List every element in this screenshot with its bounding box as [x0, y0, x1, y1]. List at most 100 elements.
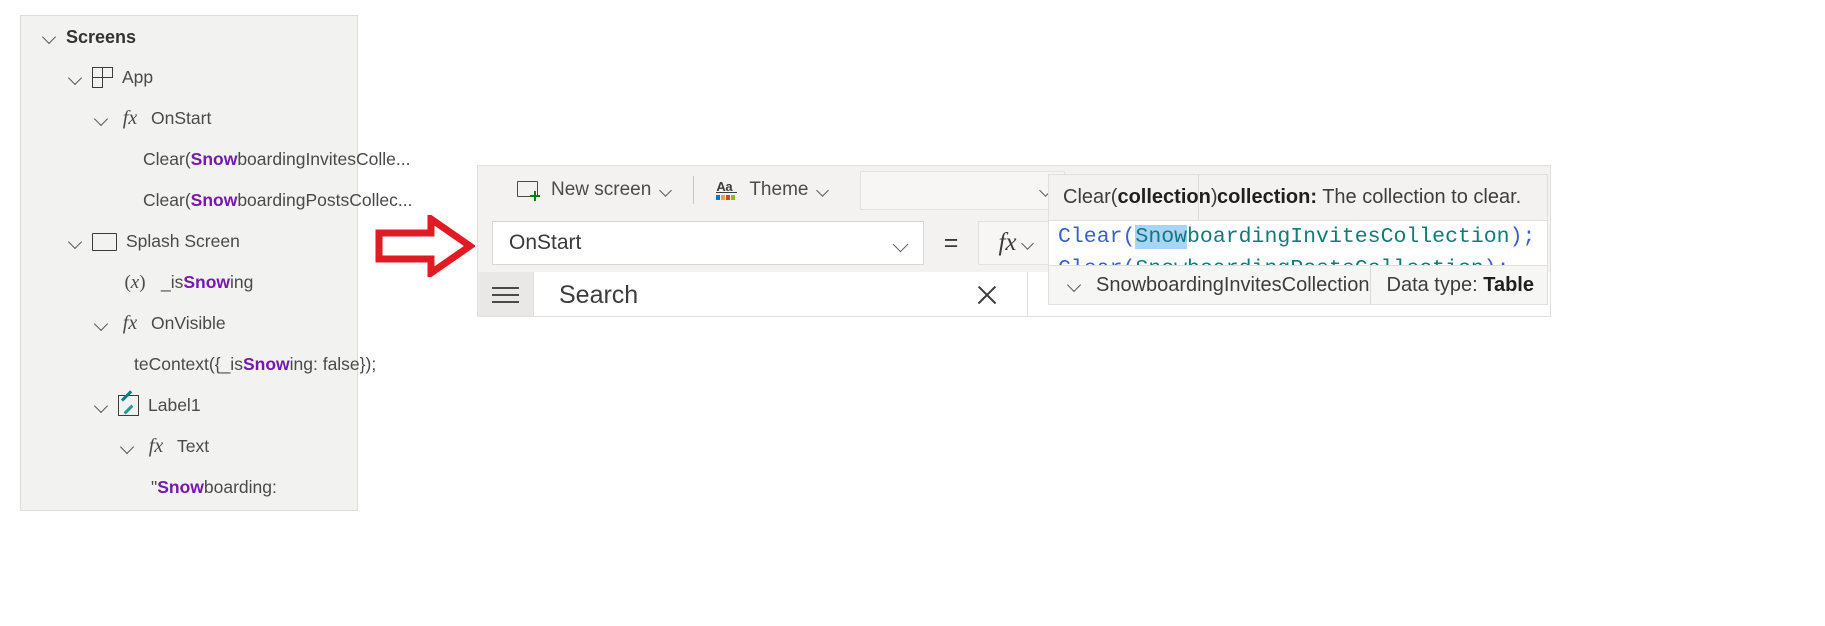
tree-item-formula-line[interactable]: Clear(SnowboardingPostsCollec...: [21, 180, 412, 221]
chevron-placeholder-icon: [93, 274, 111, 292]
theme-aa-icon: Aa: [715, 179, 739, 201]
formula-selection: Snow: [1135, 225, 1188, 249]
chevron-down-icon[interactable]: [1023, 238, 1034, 249]
tree-item-text-property[interactable]: fx Text: [21, 426, 357, 467]
tree-item-label: Splash Screen: [126, 230, 240, 251]
tree-item-label1[interactable]: Label1: [21, 385, 357, 426]
suggestion-datatype-cell: Data type: Table: [1371, 274, 1551, 297]
tree-item-label: _isSnowing: [161, 271, 254, 292]
search-input-value: Search: [559, 280, 639, 309]
tree-item-label: "Snowboarding:: [151, 476, 277, 497]
fx-label: fx: [998, 229, 1017, 256]
suggestion-name: SnowboardingInvitesCollection: [1096, 273, 1370, 296]
tree-item-label: Text: [177, 435, 210, 456]
signature-param: collection: [1117, 186, 1211, 208]
theme-button[interactable]: Aa Theme: [706, 172, 838, 208]
formula-prefix: Clear(: [143, 189, 191, 210]
tree-item-label: Clear(SnowboardingInvitesColle...: [143, 148, 411, 169]
search-match: Snow: [190, 189, 238, 210]
theme-label: Theme: [749, 179, 809, 200]
screen-icon: [92, 232, 117, 251]
variable-x-icon: (x): [124, 271, 146, 293]
formula-suffix: boardingInvitesColle...: [237, 148, 411, 169]
toolbar-divider: [693, 176, 695, 204]
var-suffix: ing: [230, 271, 254, 292]
chevron-down-icon[interactable]: [67, 69, 85, 87]
signature-prefix: Clear(: [1063, 186, 1118, 208]
formula-text[interactable]: Clear(SnowboardingInvitesCollection); Cl…: [1048, 221, 1548, 269]
app-grid-icon: [92, 67, 113, 88]
fx-icon: fx: [122, 312, 138, 334]
datatype-label: Data type:: [1386, 273, 1478, 296]
search-match: Snow: [183, 271, 231, 292]
datatype-value: Table: [1483, 273, 1534, 296]
intellisense-suggestion-row[interactable]: SnowboardingInvitesCollection Data type:…: [1048, 265, 1548, 305]
intellisense-tooltip: Clear(collection) collection: The collec…: [1048, 174, 1548, 221]
hamburger-icon: [492, 282, 519, 307]
tree-item-variable-issnowing[interactable]: (x) _isSnowing: [21, 262, 357, 303]
tree-item-label: OnVisible: [151, 312, 226, 333]
menu-toggle-button[interactable]: [478, 272, 534, 316]
chevron-down-icon[interactable]: [818, 185, 829, 196]
formula-suffix: ing: false});: [289, 353, 377, 374]
property-select-value: OnStart: [509, 231, 582, 254]
search-match: Snow: [190, 148, 238, 169]
suggestion-name-cell[interactable]: SnowboardingInvitesCollection: [1049, 266, 1371, 304]
tree-item-label: Clear(SnowboardingPostsCollec...: [143, 189, 413, 210]
var-prefix: _is: [161, 271, 184, 292]
tree-item-label: teContext({_isSnowing: false});: [134, 353, 377, 374]
description-text: The collection to clear.: [1322, 186, 1522, 208]
search-match: Snow: [242, 353, 290, 374]
screenshot-root: Screens App fx OnStart Clear(Snowboardin…: [0, 0, 1825, 626]
chevron-down-icon[interactable]: [661, 185, 672, 196]
tree-item-formula-line[interactable]: "Snowboarding:: [21, 467, 357, 508]
fx-button[interactable]: fx: [978, 221, 1054, 265]
formula-suffix: boarding:: [203, 476, 277, 497]
equals-sign: =: [943, 228, 959, 257]
description-param: collection:: [1217, 186, 1318, 208]
chevron-down-icon[interactable]: [93, 315, 111, 333]
tree-item-formula-line[interactable]: teContext({_isSnowing: false});: [21, 344, 376, 385]
close-icon[interactable]: [975, 283, 999, 307]
label-icon: [118, 395, 139, 416]
toolbar-dropdown[interactable]: [860, 170, 1066, 210]
chevron-down-icon[interactable]: [93, 397, 111, 415]
formula-prefix: teContext({_is: [134, 353, 243, 374]
formula-suffix: boardingPostsCollec...: [237, 189, 413, 210]
chevron-down-icon[interactable]: [1067, 277, 1083, 293]
red-right-arrow-icon: [375, 212, 477, 282]
tree-item-label: Label1: [148, 394, 201, 415]
tree-item-label: Screens: [66, 26, 137, 47]
fx-icon: fx: [122, 107, 138, 129]
chevron-down-icon[interactable]: [895, 238, 909, 252]
tree-item-label: OnStart: [151, 107, 212, 128]
search-match: Snow: [157, 476, 204, 497]
search-input[interactable]: Search: [534, 272, 1027, 316]
formula-line: Clear(SnowboardingInvitesCollection);: [1058, 221, 1547, 253]
parameter-description: collection: The collection to clear.: [1199, 186, 1521, 209]
function-signature: Clear(collection): [1049, 175, 1217, 220]
new-screen-label: New screen: [551, 179, 652, 200]
chevron-down-icon[interactable]: [93, 110, 111, 128]
tree-item-onstart[interactable]: fx OnStart: [21, 98, 357, 139]
tree-item-app[interactable]: App: [21, 57, 357, 98]
new-screen-icon: [517, 180, 540, 201]
formula-paren: (: [1122, 225, 1136, 249]
fx-icon: fx: [148, 435, 164, 457]
formula-paren: );: [1509, 225, 1536, 249]
property-select[interactable]: OnStart: [492, 221, 924, 265]
chevron-down-icon[interactable]: [67, 233, 85, 251]
formula-function: Clear: [1058, 225, 1123, 249]
tree-item-splash-screen[interactable]: Splash Screen: [21, 221, 357, 262]
chevron-down-icon[interactable]: [119, 438, 137, 456]
tree-item-formula-line[interactable]: Clear(SnowboardingInvitesColle...: [21, 139, 410, 180]
chevron-down-icon[interactable]: [41, 28, 59, 46]
search-row: Search: [478, 272, 1027, 316]
formula-prefix: Clear(: [143, 148, 191, 169]
tree-item-label: App: [122, 66, 154, 87]
tree-item-onvisible[interactable]: fx OnVisible: [21, 303, 357, 344]
tree-item-screens[interactable]: Screens: [21, 16, 357, 57]
screens-tree-panel: Screens App fx OnStart Clear(Snowboardin…: [20, 15, 412, 511]
new-screen-button[interactable]: New screen: [508, 172, 681, 208]
formula-identifier: boardingInvitesCollection: [1187, 225, 1510, 249]
